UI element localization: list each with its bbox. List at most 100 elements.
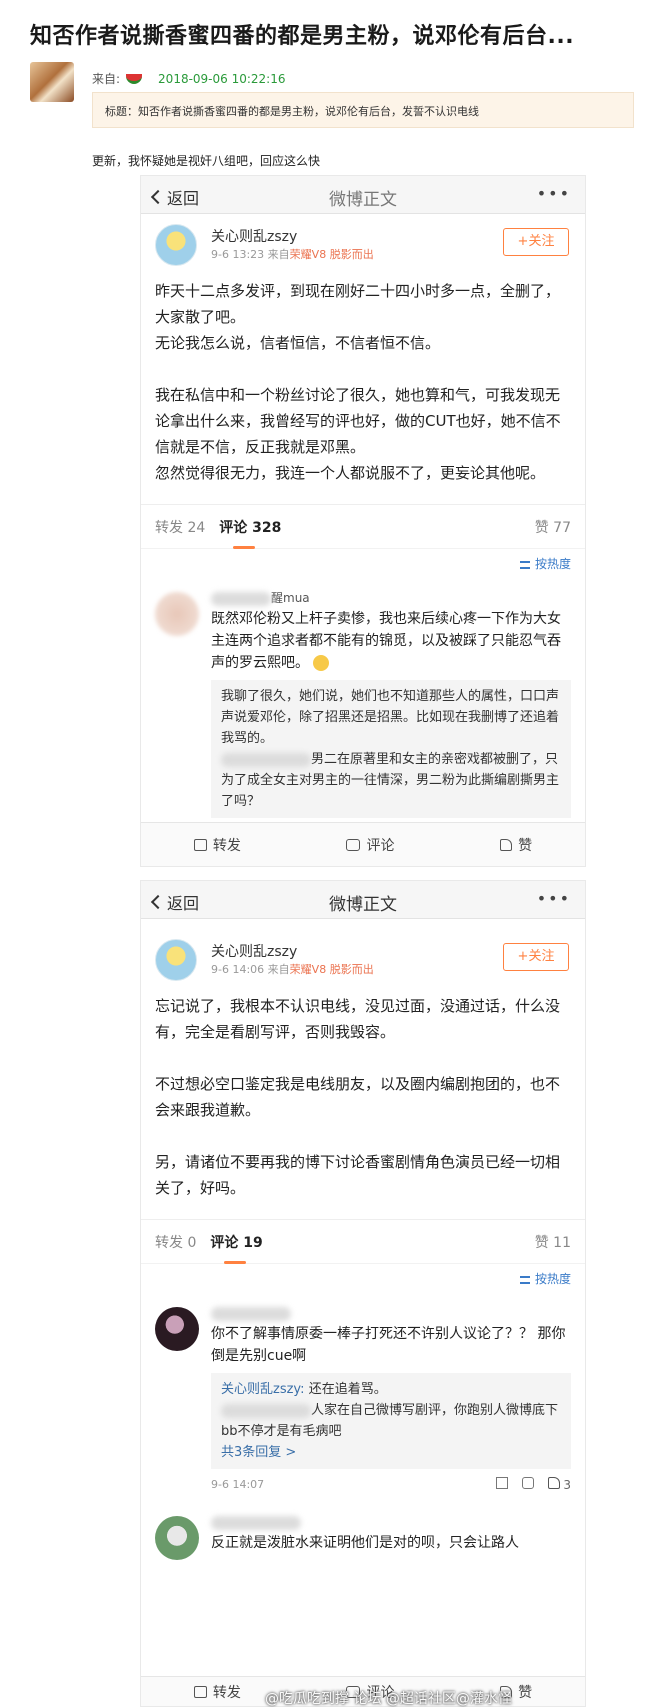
comment-body: 既然邓伦粉又上杆子卖惨，我也来后续心疼一下作为大女主连两个追求者都不能有的锦觅，…	[211, 611, 561, 671]
more-icon[interactable]: •••	[537, 184, 571, 203]
share-icon	[193, 838, 207, 851]
watermark: @吃瓜吃到撑 论坛 @超话社区@灌水怪	[265, 1691, 512, 1707]
tab-comment[interactable]: 评论 19	[210, 1232, 263, 1264]
blurred-name	[221, 1403, 311, 1418]
commenter-name[interactable]: 醒mua	[211, 588, 571, 608]
reply-box[interactable]: 关心则乱zszy: 还在追着骂。 人家在自己微博写剧评，你跑别人微博底下bb不停…	[211, 1373, 571, 1469]
comment-text: 反正就是泼脏水来证明他们是对的呗，只会让路人	[211, 1535, 519, 1551]
repost-button[interactable]: 转发	[193, 1682, 241, 1702]
share-icon[interactable]	[495, 1477, 508, 1489]
author-name[interactable]: 关心则乱zszy	[211, 941, 297, 961]
weibo-screenshot-2: 返回 微博正文 ••• 关心则乱zszy 9-6 14:06 来自荣耀V8 脱影…	[140, 880, 586, 1707]
more-icon[interactable]: •••	[537, 889, 571, 908]
paragraph: 忽然觉得很无力，我连一个人都说服不了，更妄论其他呢。	[155, 464, 546, 482]
name-suffix: 醒mua	[271, 591, 310, 605]
post-meta: 来自: 2018-09-06 10:22:16	[92, 70, 286, 87]
watermelon-icon	[126, 73, 143, 84]
action-bar: 转发 评论 赞	[141, 822, 585, 866]
author-sub: 9-6 14:06 来自荣耀V8 脱影而出	[211, 961, 374, 977]
repost-button[interactable]: 转发	[193, 835, 241, 855]
comment-text: 你不了解事情原委一棒子打死还不许别人议论了？？ 那你倒是先别cue啊	[211, 1326, 566, 1364]
author-name[interactable]: 关心则乱zszy	[211, 226, 297, 246]
tab-likes[interactable]: 赞 77	[535, 517, 571, 537]
stats-bar: 转发 24 评论 328 赞 77	[141, 504, 585, 549]
navbar: 返回 微博正文 •••	[141, 881, 585, 919]
sort-label: 按热度	[534, 557, 571, 571]
like-label: 赞	[518, 1684, 533, 1701]
sort-label: 按热度	[534, 1272, 571, 1286]
tab-repost[interactable]: 转发 24	[155, 517, 205, 537]
reply-box[interactable]: 我聊了很久，她们说，她们也不知道那些人的属性，口口声声说爱邓伦，除了招黑还是招黑…	[211, 680, 571, 818]
tab-comment[interactable]: 评论 328	[219, 517, 281, 549]
comment-time: 9-6 14:07	[211, 1478, 265, 1491]
commenter-avatar[interactable]	[155, 1307, 199, 1351]
post-time: 9-6 14:06	[211, 963, 265, 976]
comment-like[interactable]: 3	[547, 1477, 571, 1492]
from-text: 来自	[267, 248, 290, 261]
comment-button[interactable]: 评论	[346, 835, 394, 855]
navbar: 返回 微博正文 •••	[141, 176, 585, 214]
reply-author[interactable]: 关心则乱zszy:	[221, 1382, 305, 1397]
device-source[interactable]: 荣耀V8 脱影而出	[290, 248, 374, 261]
author-avatar[interactable]	[155, 224, 197, 266]
reply-line: 人家在自己微博写剧评，你跑别人微博底下bb不停才是有毛病吧	[221, 1400, 561, 1442]
comment-item: 醒mua 既然邓伦粉又上杆子卖惨，我也来后续心疼一下作为大女主连两个追求者都不能…	[141, 578, 585, 828]
paragraph: 我在私信中和一个粉丝讨论了很久，她也算和气，可我发现无论拿出什么来，我曾经写的评…	[155, 386, 561, 456]
commenter-avatar[interactable]	[155, 1516, 199, 1560]
from-label: 来自:	[92, 72, 121, 86]
comment-actions: 3	[495, 1477, 571, 1492]
comment-footer: 9-6 14:07 3	[211, 1477, 571, 1492]
update-text: 更新，我怀疑她是视奸八组吧，回应这么快	[92, 154, 321, 168]
share-icon	[193, 1685, 207, 1698]
paragraph: 忘记说了，我根本不认识电线，没见过面，没通过话，什么没有，完全是看剧写评，否则我…	[155, 997, 561, 1041]
follow-button[interactable]: +关注	[503, 228, 569, 256]
repost-label: 转发	[212, 1684, 241, 1701]
author-row: 关心则乱zszy 9-6 14:06 来自荣耀V8 脱影而出 +关注	[141, 929, 585, 985]
paragraph: 不过想必空口鉴定我是电线朋友，以及圈内编剧抱团的，也不会来跟我道歉。	[155, 1075, 561, 1119]
post-body: 忘记说了，我根本不认识电线，没见过面，没通过话，什么没有，完全是看剧写评，否则我…	[141, 985, 585, 1201]
weibo-screenshot-1: 返回 微博正文 ••• 关心则乱zszy 9-6 13:23 来自荣耀V8 脱影…	[140, 175, 586, 867]
reply-line: 我聊了很久，她们说，她们也不知道那些人的属性，口口声声说爱邓伦，除了招黑还是招黑…	[221, 689, 560, 746]
more-replies-link[interactable]: 共3条回复 >	[221, 1442, 561, 1463]
author-sub: 9-6 13:23 来自荣耀V8 脱影而出	[211, 246, 374, 262]
tab-repost[interactable]: 转发 0	[155, 1232, 196, 1252]
paragraph: 昨天十二点多发评，到现在刚好二十四小时多一点，全删了，大家散了吧。	[155, 282, 561, 326]
comment-item: 你不了解事情原委一棒子打死还不许别人议论了？？ 那你倒是先别cue啊 关心则乱z…	[141, 1293, 585, 1502]
sort-button[interactable]: 按热度	[141, 548, 585, 578]
reply-text: 还在追着骂。	[308, 1382, 387, 1397]
blurred-name	[221, 752, 311, 767]
sort-icon	[519, 560, 530, 569]
nav-title: 微博正文	[329, 190, 397, 210]
commenter-name[interactable]	[211, 1303, 571, 1323]
commenter-avatar[interactable]	[155, 592, 199, 636]
paragraph: 另，请诸位不要再我的博下讨论香蜜剧情角色演员已经一切相关了，好吗。	[155, 1153, 561, 1197]
like-count: 3	[563, 1478, 571, 1492]
blurred-name	[211, 1515, 301, 1530]
like-label: 赞	[518, 837, 533, 854]
author-row: 关心则乱zszy 9-6 13:23 来自荣耀V8 脱影而出 +关注	[141, 214, 585, 270]
tab-likes[interactable]: 赞 11	[535, 1232, 571, 1252]
comment-icon[interactable]	[521, 1477, 534, 1489]
sort-button[interactable]: 按热度	[141, 1263, 585, 1293]
comment-item: 反正就是泼脏水来证明他们是对的呗，只会让路人	[141, 1502, 585, 1564]
from-text: 来自	[267, 963, 290, 976]
comment-icon	[346, 838, 361, 851]
title-box: 标题：知否作者说撕香蜜四番的都是男主粉，说邓伦有后台，发誓不认识电线	[92, 92, 634, 128]
poster-avatar[interactable]	[30, 62, 74, 102]
like-button[interactable]: 赞	[500, 835, 532, 855]
stats-bar: 转发 0 评论 19 赞 11	[141, 1219, 585, 1264]
reply-line: 男二在原著里和女主的亲密戏都被删了，只为了成全女主对男主的一往情深，男二粉为此撕…	[221, 749, 561, 812]
repost-label: 转发	[212, 837, 241, 854]
post-body: 昨天十二点多发评，到现在刚好二十四小时多一点，全删了，大家散了吧。 无论我怎么说…	[141, 270, 585, 486]
author-avatar[interactable]	[155, 939, 197, 981]
nav-title: 微博正文	[329, 895, 397, 915]
commenter-name[interactable]	[211, 1512, 571, 1532]
follow-button[interactable]: +关注	[503, 943, 569, 971]
smile-emoji-icon	[313, 655, 330, 671]
post-date: 2018-09-06 10:22:16	[158, 71, 286, 86]
post-title: 知否作者说撕香蜜四番的都是男主粉，说邓伦有后台...	[30, 24, 575, 49]
sort-icon	[519, 1275, 530, 1284]
device-source[interactable]: 荣耀V8 脱影而出	[290, 963, 374, 976]
blurred-name	[211, 1306, 291, 1321]
comment-text: 既然邓伦粉又上杆子卖惨，我也来后续心疼一下作为大女主连两个追求者都不能有的锦觅，…	[211, 608, 571, 674]
